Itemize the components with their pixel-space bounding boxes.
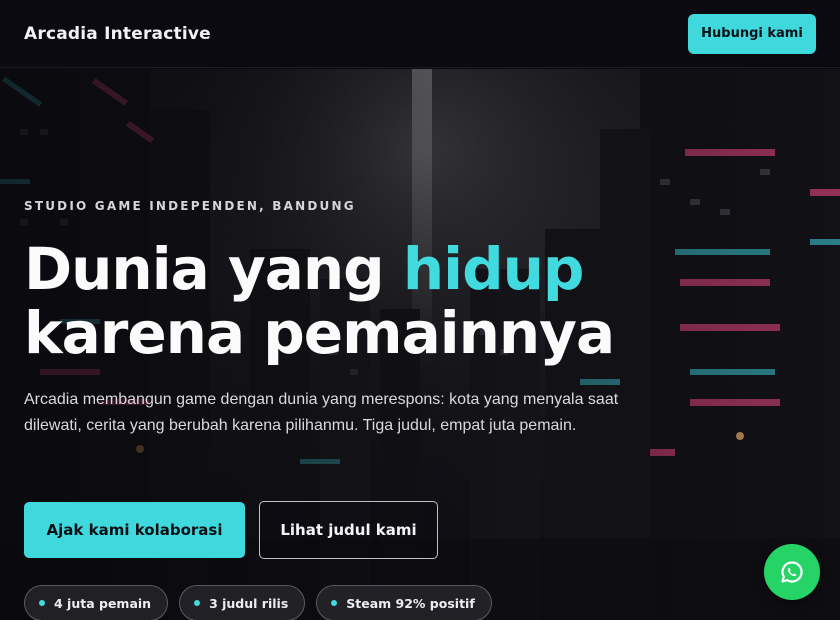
- hero-headline: Dunia yang hidup karena pemainnya: [24, 235, 615, 367]
- whatsapp-chat-button[interactable]: [764, 544, 820, 600]
- hero-eyebrow: STUDIO GAME INDEPENDEN, BANDUNG: [24, 199, 356, 213]
- bullet-dot-icon: [39, 600, 45, 606]
- headline-part-1: Dunia yang: [24, 235, 403, 303]
- stat-label: 4 juta pemain: [54, 595, 152, 611]
- stats-row: 4 juta pemain 3 judul rilis Steam 92% po…: [24, 585, 492, 620]
- whatsapp-icon: [781, 561, 803, 583]
- headline-accent: hidup: [402, 235, 584, 303]
- hero-section: STUDIO GAME INDEPENDEN, BANDUNG Dunia ya…: [0, 69, 840, 620]
- stat-badge-steam-rating: Steam 92% positif: [316, 585, 492, 620]
- headline-line-2: karena pemainnya: [24, 299, 615, 367]
- stat-badge-titles: 3 judul rilis: [179, 585, 306, 620]
- stat-label: 3 judul rilis: [209, 595, 289, 611]
- view-titles-button[interactable]: Lihat judul kami: [259, 501, 438, 559]
- top-navigation: Arcadia Interactive Hubungi kami: [0, 0, 840, 68]
- stat-badge-players: 4 juta pemain: [24, 585, 169, 620]
- hero-description: Arcadia membangun game dengan dunia yang…: [24, 391, 619, 434]
- collaborate-button[interactable]: Ajak kami kolaborasi: [24, 502, 245, 558]
- brand-logo-text[interactable]: Arcadia Interactive: [24, 24, 211, 44]
- bullet-dot-icon: [331, 600, 338, 606]
- bullet-dot-icon: [194, 600, 201, 606]
- contact-us-button[interactable]: Hubungi kami: [688, 13, 816, 54]
- stat-label: Steam 92% positif: [346, 595, 475, 611]
